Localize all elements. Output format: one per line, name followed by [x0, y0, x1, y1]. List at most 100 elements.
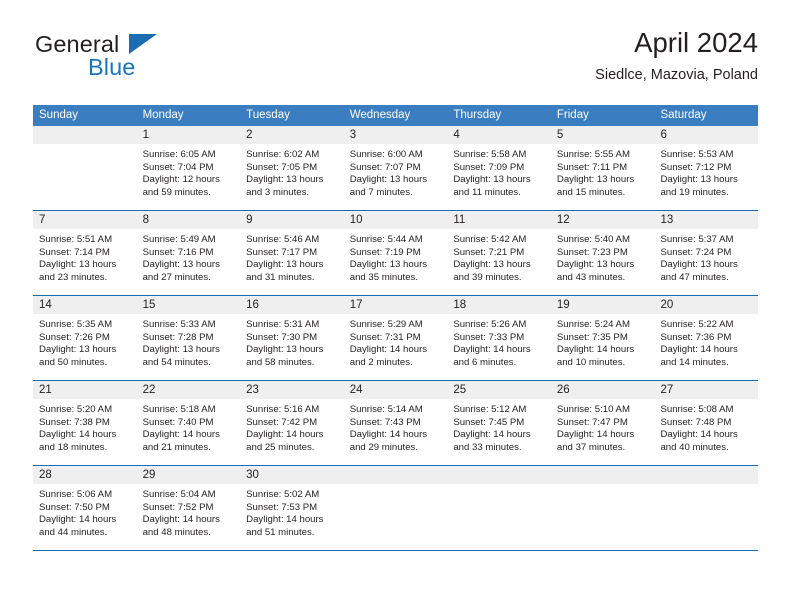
daylight-text: Daylight: 13 hours: [39, 344, 117, 356]
day-cell-25[interactable]: 25 Sunrise: 5:12 AM Sunset: 7:45 PM Dayligh…: [447, 381, 551, 465]
day-number: 10: [349, 214, 363, 226]
day-cell-7[interactable]: 7 Sunrise: 5:51 AM Sunset: 7:14 PM Daylight…: [33, 211, 137, 295]
day-details: Sunrise: 5:51 AM Sunset: 7:14 PM Daylight:…: [33, 229, 137, 295]
daylight-text: and 39 minutes.: [453, 271, 522, 283]
page-subtitle: Siedlce, Mazovia, Poland: [595, 67, 758, 83]
day-number: 16: [246, 299, 259, 311]
sunset-text: Sunset: 7:50 PM: [39, 501, 110, 513]
day-cell-8[interactable]: 8 Sunrise: 5:49 AM Sunset: 7:16 PM Daylight…: [136, 211, 241, 295]
day-cell-9[interactable]: 9 Sunrise: 5:46 AM Sunset: 7:17 PM Daylight…: [240, 211, 344, 295]
day-number-band: 2: [240, 126, 344, 144]
daylight-text: and 54 minutes.: [142, 356, 211, 368]
sunrise-text: Sunrise: 5:16 AM: [246, 404, 320, 415]
sunset-text: Sunset: 7:19 PM: [349, 246, 421, 258]
day-number-band: 18: [447, 296, 551, 314]
sunrise-text: Sunrise: 5:29 AM: [349, 319, 423, 330]
day-cell-29[interactable]: 29 Sunrise: 5:04 AM Sunset: 7:52 PM Dayligh…: [136, 466, 241, 550]
day-cell-4[interactable]: 4 Sunrise: 5:58 AM Sunset: 7:09 PM Daylight…: [447, 126, 551, 210]
day-number-band: 7: [33, 211, 137, 229]
day-number-band: 5: [550, 126, 655, 144]
day-cell-14[interactable]: 14 Sunrise: 5:35 AM Sunset: 7:26 PM Dayligh…: [33, 296, 137, 380]
day-cell-23[interactable]: 23 Sunrise: 5:16 AM Sunset: 7:42 PM Dayligh…: [240, 381, 344, 465]
weekday-header-tuesday: Tuesday: [246, 109, 290, 121]
day-cell-20[interactable]: 20 Sunrise: 5:22 AM Sunset: 7:36 PM Dayligh…: [654, 296, 759, 380]
day-cell-19[interactable]: 19 Sunrise: 5:24 AM Sunset: 7:35 PM Dayligh…: [550, 296, 655, 380]
sunset-text: Sunset: 7:04 PM: [142, 161, 214, 173]
daylight-text: and 2 minutes.: [349, 356, 413, 368]
day-details: Sunrise: 5:31 AM Sunset: 7:30 PM Daylight:…: [240, 314, 344, 380]
day-cell-26[interactable]: 26 Sunrise: 5:10 AM Sunset: 7:47 PM Dayligh…: [550, 381, 655, 465]
daylight-text: Daylight: 14 hours: [142, 514, 220, 526]
day-cell-empty: [550, 466, 655, 550]
day-cell-12[interactable]: 12 Sunrise: 5:40 AM Sunset: 7:23 PM Dayligh…: [550, 211, 655, 295]
day-cell-21[interactable]: 21 Sunrise: 5:20 AM Sunset: 7:38 PM Dayligh…: [33, 381, 137, 465]
sunset-text: Sunset: 7:31 PM: [349, 331, 421, 343]
day-number: 17: [349, 299, 363, 311]
day-number-band: 10: [343, 211, 448, 229]
daylight-text: Daylight: 13 hours: [39, 259, 117, 271]
day-details: Sunrise: 5:16 AM Sunset: 7:42 PM Daylight:…: [240, 399, 344, 465]
day-cell-16[interactable]: 16 Sunrise: 5:31 AM Sunset: 7:30 PM Dayligh…: [240, 296, 344, 380]
day-number: 18: [453, 299, 467, 311]
day-cell-3[interactable]: 3 Sunrise: 6:00 AM Sunset: 7:07 PM Daylight…: [343, 126, 448, 210]
day-cell-1[interactable]: 1 Sunrise: 6:05 AM Sunset: 7:04 PM Daylight…: [136, 126, 241, 210]
day-details: Sunrise: 5:37 AM Sunset: 7:24 PM Daylight:…: [654, 229, 758, 295]
daylight-text: and 37 minutes.: [556, 441, 626, 453]
daylight-text: Daylight: 14 hours: [453, 429, 531, 441]
day-number-band: 9: [240, 211, 344, 229]
day-number-band: 16: [240, 296, 344, 314]
sunrise-text: Sunrise: 5:33 AM: [142, 319, 216, 330]
day-cell-18[interactable]: 18 Sunrise: 5:26 AM Sunset: 7:33 PM Dayligh…: [447, 296, 551, 380]
day-number: 22: [142, 384, 156, 396]
sunset-text: Sunset: 7:17 PM: [246, 246, 318, 258]
day-details: Sunrise: 5:22 AM Sunset: 7:36 PM Daylight:…: [654, 314, 758, 380]
day-cell-empty: [343, 466, 448, 550]
day-number: 3: [349, 129, 357, 141]
day-details: Sunrise: 5:58 AM Sunset: 7:09 PM Daylight:…: [447, 144, 551, 210]
day-number: 4: [453, 129, 460, 141]
sunrise-text: Sunrise: 6:00 AM: [349, 149, 423, 160]
sunset-text: Sunset: 7:24 PM: [660, 246, 732, 258]
sunrise-text: Sunrise: 5:08 AM: [660, 404, 734, 415]
sunrise-text: Sunrise: 5:26 AM: [453, 319, 527, 330]
day-cell-10[interactable]: 10 Sunrise: 5:44 AM Sunset: 7:19 PM Dayligh…: [343, 211, 448, 295]
calendar-week-row: 7 Sunrise: 5:51 AM Sunset: 7:14 PM Daylight…: [33, 210, 759, 295]
day-number: 1: [142, 129, 149, 141]
daylight-text: Daylight: 13 hours: [660, 174, 738, 186]
sunset-text: Sunset: 7:11 PM: [556, 161, 628, 173]
day-cell-6[interactable]: 6 Sunrise: 5:53 AM Sunset: 7:12 PM Daylight…: [654, 126, 759, 210]
day-cell-30[interactable]: 30 Sunrise: 5:02 AM Sunset: 7:53 PM Dayligh…: [240, 466, 344, 550]
sunrise-text: Sunrise: 5:18 AM: [142, 404, 216, 415]
day-number-band: 26: [550, 381, 655, 399]
day-number-band: 4: [447, 126, 551, 144]
daylight-text: Daylight: 14 hours: [246, 429, 324, 441]
day-number: 8: [142, 214, 149, 226]
day-cell-22[interactable]: 22 Sunrise: 5:18 AM Sunset: 7:40 PM Dayligh…: [136, 381, 241, 465]
day-cell-27[interactable]: 27 Sunrise: 5:08 AM Sunset: 7:48 PM Dayligh…: [654, 381, 759, 465]
sunset-text: Sunset: 7:35 PM: [556, 331, 628, 343]
calendar-week-row: 14 Sunrise: 5:35 AM Sunset: 7:26 PM Dayligh…: [33, 295, 759, 380]
day-number-band: 12: [550, 211, 655, 229]
sunrise-text: Sunrise: 5:10 AM: [556, 404, 630, 415]
daylight-text: Daylight: 14 hours: [39, 429, 117, 441]
day-cell-11[interactable]: 11 Sunrise: 5:42 AM Sunset: 7:21 PM Dayligh…: [447, 211, 551, 295]
sunset-text: Sunset: 7:33 PM: [453, 331, 525, 343]
day-cell-13[interactable]: 13 Sunrise: 5:37 AM Sunset: 7:24 PM Dayligh…: [654, 211, 759, 295]
weekday-header-thursday: Thursday: [453, 109, 502, 121]
day-cell-2[interactable]: 2 Sunrise: 6:02 AM Sunset: 7:05 PM Daylight…: [240, 126, 344, 210]
day-number: 5: [556, 129, 564, 141]
day-number: 7: [39, 214, 46, 226]
day-cell-17[interactable]: 17 Sunrise: 5:29 AM Sunset: 7:31 PM Dayligh…: [343, 296, 448, 380]
sunrise-text: Sunrise: 5:31 AM: [246, 319, 320, 330]
day-cell-15[interactable]: 15 Sunrise: 5:33 AM Sunset: 7:28 PM Dayligh…: [136, 296, 241, 380]
sunrise-text: Sunrise: 5:51 AM: [39, 234, 113, 245]
day-cell-28[interactable]: 28 Sunrise: 5:06 AM Sunset: 7:50 PM Dayligh…: [33, 466, 137, 550]
day-number: 13: [660, 214, 674, 226]
day-cell-24[interactable]: 24 Sunrise: 5:14 AM Sunset: 7:43 PM Dayligh…: [343, 381, 448, 465]
day-number: 19: [556, 299, 570, 311]
sunrise-text: Sunrise: 5:20 AM: [39, 404, 113, 415]
sunrise-text: Sunrise: 6:05 AM: [142, 149, 216, 160]
sunrise-text: Sunrise: 5:02 AM: [246, 489, 320, 500]
sunset-text: Sunset: 7:16 PM: [142, 246, 214, 258]
day-cell-5[interactable]: 5 Sunrise: 5:55 AM Sunset: 7:11 PM Daylight…: [550, 126, 655, 210]
